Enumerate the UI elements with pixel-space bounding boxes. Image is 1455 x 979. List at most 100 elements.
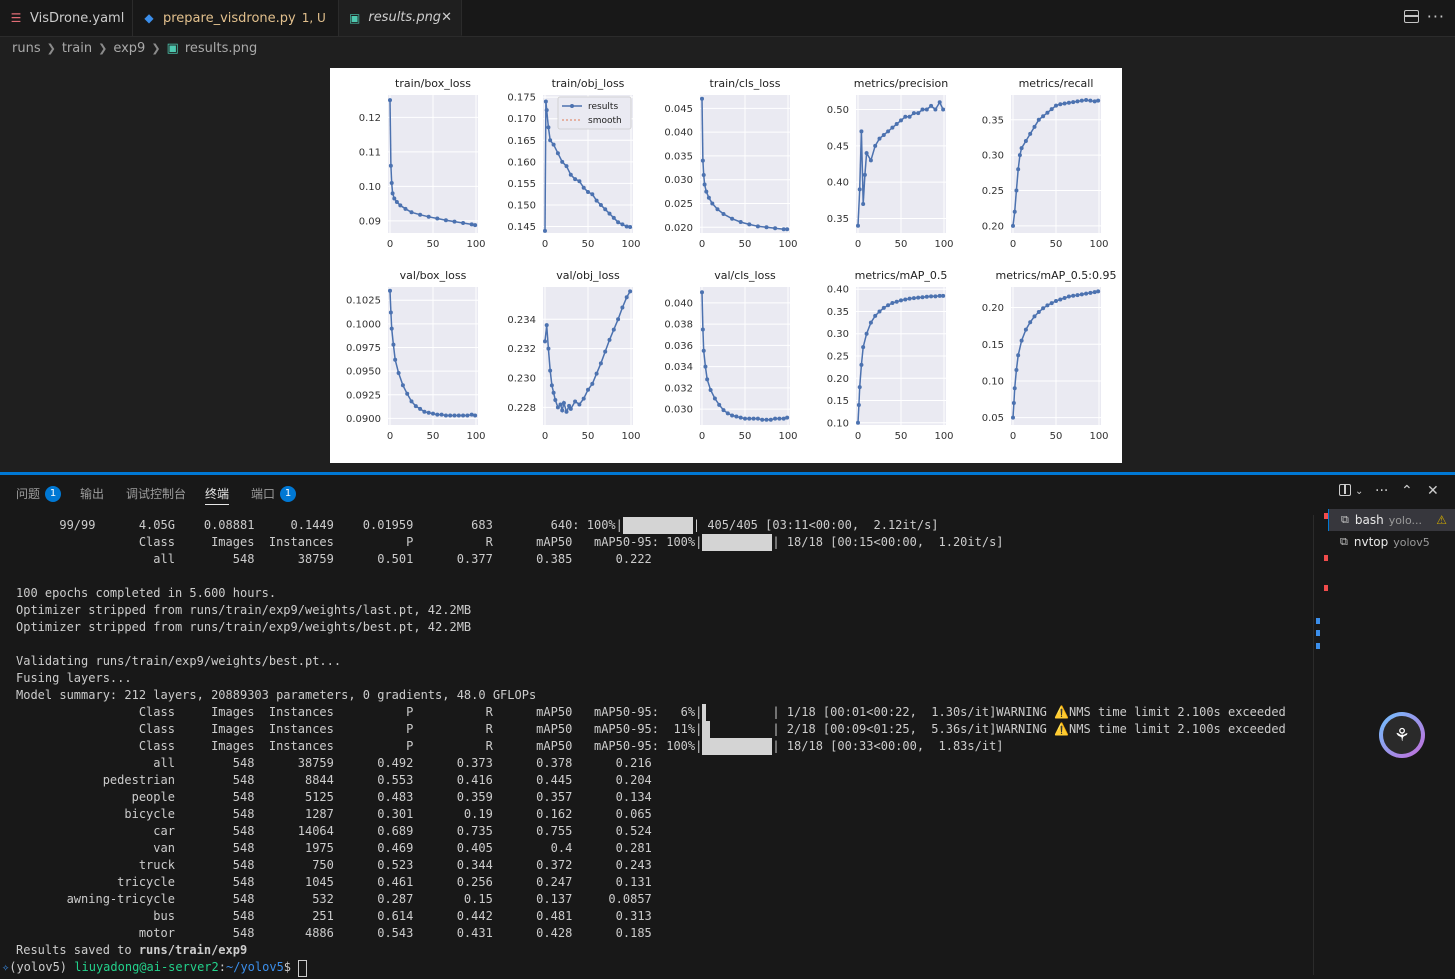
data-point	[920, 295, 925, 300]
split-editor-icon[interactable]	[1404, 10, 1419, 23]
breadcrumb-item[interactable]: results.png	[185, 41, 257, 56]
y-tick-label: 0.0925	[346, 390, 381, 401]
data-point	[899, 118, 903, 123]
y-tick-label: 0.034	[664, 362, 693, 373]
terminal-line: motor 548 4886 0.543 0.431 0.428 0.185	[16, 925, 1306, 942]
progress-bar	[702, 534, 773, 551]
data-point	[859, 362, 864, 367]
data-point	[738, 220, 743, 225]
terminal-item-nvtop[interactable]: ⧉ nvtop yolov5	[1328, 531, 1455, 553]
data-point	[856, 420, 860, 425]
terminal-text: Optimizer stripped from runs/train/exp9/…	[16, 620, 472, 634]
terminal-output[interactable]: 99/99 4.05G 0.08881 0.1449 0.01959 683 6…	[2, 517, 1306, 977]
data-point	[920, 107, 925, 112]
terminal-cwd: yolov5	[1393, 535, 1430, 549]
x-tick-label: 50	[1050, 239, 1063, 250]
data-point	[461, 413, 466, 418]
y-tick-label: 0.040	[664, 298, 693, 309]
data-point	[859, 129, 864, 134]
maximize-panel-icon[interactable]: ⌃	[1401, 483, 1413, 499]
data-point	[903, 297, 908, 302]
more-actions-icon[interactable]: ···	[1427, 7, 1445, 26]
prompt-path: ~/yolov5	[226, 960, 284, 974]
y-tick-label: 0.15	[982, 340, 1004, 351]
chart-title: metrics/mAP_0.5	[855, 269, 948, 282]
data-point	[760, 417, 765, 422]
overview-marker	[1324, 555, 1328, 561]
close-icon[interactable]: ✕	[441, 10, 452, 25]
x-tick-label: 0	[542, 239, 548, 250]
terminal-scrollbar[interactable]	[1313, 515, 1314, 975]
data-point	[738, 415, 743, 420]
tab-ports[interactable]: 端口 1	[251, 485, 297, 502]
data-point	[611, 327, 616, 332]
data-point	[937, 293, 942, 298]
tab-label: 问题	[16, 487, 41, 501]
terminal-text: Class Images Instances P R mAP50 mAP50-9…	[16, 739, 703, 753]
data-point	[620, 222, 625, 227]
terminal-item-bash[interactable]: ⧉ bash yolo... ⚠	[1328, 509, 1455, 531]
data-point	[933, 294, 938, 299]
breadcrumb-item[interactable]: train	[62, 41, 92, 56]
x-tick-label: 100	[466, 239, 485, 250]
data-point	[620, 305, 625, 310]
tab-terminal[interactable]: 终端	[205, 485, 230, 505]
progress-suffix: | 2/18 [00:09<01:25, 5.36s/it]WARNING ⚠️…	[772, 722, 1286, 736]
data-point	[933, 107, 938, 112]
data-point	[1066, 294, 1071, 299]
terminal-line: Class Images Instances P R mAP50 mAP50-9…	[16, 721, 1306, 738]
data-point	[773, 416, 778, 421]
progress-suffix: | 1/18 [00:01<00:22, 1.30s/it]WARNING ⚠️…	[772, 705, 1286, 719]
x-tick-label: 0	[1010, 239, 1016, 250]
data-point	[702, 182, 707, 187]
data-point	[388, 288, 392, 293]
terminal-line: Class Images Instances P R mAP50 mAP50-9…	[16, 704, 1306, 721]
x-tick-label: 100	[934, 431, 953, 442]
subplot: 0 50 100 0.12 0.11 0.10 0.09 train/box_loss	[359, 77, 486, 250]
tab-output[interactable]: 输出	[80, 485, 104, 502]
terminal-text: pedestrian 548 8844 0.553 0.416 0.445 0.…	[16, 773, 652, 787]
terminal-text: 99/99 4.05G 0.08881 0.1449 0.01959 683 6…	[16, 518, 623, 532]
data-point	[1011, 400, 1016, 405]
data-point	[743, 416, 747, 421]
data-point	[392, 196, 397, 201]
terminal-text: Fusing layers...	[16, 671, 132, 685]
data-point	[603, 207, 608, 212]
y-tick-label: 0.15	[827, 396, 849, 407]
prompt-symbol: $	[283, 960, 299, 974]
tab-problems[interactable]: 问题 1	[16, 485, 62, 502]
tab-prepare-visdrone[interactable]: ◆ prepare_visdrone.py 1, U	[133, 0, 339, 36]
progress-bar	[702, 738, 773, 755]
split-terminal-icon[interactable]	[1339, 484, 1351, 496]
data-point	[388, 163, 393, 168]
terminal-line: all 548 38759 0.492 0.373 0.378 0.216	[16, 755, 1306, 772]
data-point	[929, 294, 934, 299]
data-point	[881, 305, 886, 310]
data-point	[886, 129, 891, 134]
copilot-icon[interactable]: ⚘	[1379, 712, 1425, 758]
tab-results-png[interactable]: ▣ results.png ✕	[339, 0, 462, 36]
data-point	[561, 400, 566, 405]
data-point	[598, 202, 603, 207]
data-point	[413, 404, 418, 409]
data-point	[929, 103, 934, 108]
chart-title: val/cls_loss	[714, 269, 776, 282]
data-point	[388, 310, 393, 315]
x-tick-label: 50	[739, 239, 752, 250]
chevron-right-icon: ❯	[151, 41, 161, 55]
breadcrumb-item[interactable]: runs	[12, 41, 41, 56]
progress-suffix: | 405/405 [03:11<00:00, 2.12it/s]	[692, 518, 939, 532]
data-point	[877, 309, 882, 314]
ports-badge: 1	[280, 485, 297, 502]
chevron-down-icon[interactable]: ⌄	[1355, 486, 1363, 497]
more-actions-icon[interactable]: ···	[1375, 483, 1388, 499]
data-point	[1012, 386, 1017, 391]
tab-debug-console[interactable]: 调试控制台	[126, 485, 186, 502]
data-point	[1019, 146, 1024, 151]
data-point	[548, 368, 553, 373]
breadcrumb-item[interactable]: exp9	[113, 41, 145, 56]
data-point	[461, 220, 466, 225]
subplot: 0 50 100 0.045 0.040 0.035 0.030 0.025 0.020 trai…	[664, 77, 797, 250]
tab-visdrone-yaml[interactable]: ☰ VisDrone.yaml	[0, 0, 133, 36]
close-panel-icon[interactable]: ✕	[1427, 483, 1439, 499]
